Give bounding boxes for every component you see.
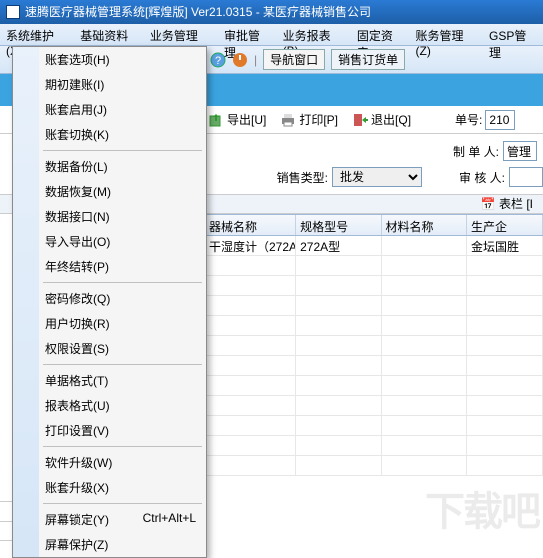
menu-business[interactable]: 业务管理(Y) (144, 24, 218, 45)
data-grid: 器械名称 规格型号 材料名称 生产企 干湿度计（272A型）[27: 272A型… (205, 214, 543, 476)
col-material[interactable]: 材料名称 (382, 215, 467, 235)
menu-screen-lock[interactable]: 屏幕锁定(Y)Ctrl+Alt+L (13, 507, 206, 532)
svg-text:?: ? (215, 55, 221, 67)
menu-import-export[interactable]: 导入导出(O) (13, 229, 206, 254)
col-spec[interactable]: 规格型号 (296, 215, 381, 235)
menu-separator (43, 150, 202, 151)
order-no-label: 单号: (455, 111, 482, 128)
menu-separator (43, 282, 202, 283)
table-row[interactable] (205, 376, 543, 396)
menu-reports[interactable]: 业务报表(B) (277, 24, 351, 45)
menu-data-restore[interactable]: 数据恢复(M) (13, 179, 206, 204)
menu-system[interactable]: 系统维护(X) (0, 24, 74, 45)
menu-data-backup[interactable]: 数据备份(L) (13, 154, 206, 179)
sales-type-select[interactable]: 批发 (332, 167, 422, 187)
menu-separator (43, 364, 202, 365)
calendar-icon: 📅 (481, 197, 496, 211)
export-icon (208, 112, 224, 128)
order-no-input[interactable] (485, 110, 515, 130)
menu-fixed-assets[interactable]: 固定资产 (351, 24, 410, 45)
maker-input[interactable] (503, 141, 537, 161)
menu-account-enable[interactable]: 账套启用(J) (13, 97, 206, 122)
menu-print-settings[interactable]: 打印设置(V) (13, 418, 206, 443)
menu-screen-saver[interactable]: 屏幕保护(Z) (13, 532, 206, 557)
table-row[interactable]: 干湿度计（272A型）[27: 272A型 金坛国胜 (205, 236, 543, 256)
menu-permissions[interactable]: 权限设置(S) (13, 336, 206, 361)
help-icon[interactable]: ? (210, 52, 226, 68)
sales-order-button[interactable]: 销售订货单 (331, 49, 405, 70)
print-button[interactable]: 打印[P] (280, 111, 338, 128)
menu-separator (43, 446, 202, 447)
checker-label: 审 核 人: (459, 169, 505, 186)
table-row[interactable] (205, 356, 543, 376)
menu-accounts[interactable]: 账务管理(Z) (410, 24, 484, 45)
app-icon (6, 5, 20, 19)
menu-user-switch[interactable]: 用户切换(R) (13, 311, 206, 336)
export-button[interactable]: 导出[U] (208, 111, 266, 128)
table-row[interactable] (205, 316, 543, 336)
menu-approval[interactable]: 审批管理 (218, 24, 277, 45)
titlebar: 速腾医疗器械管理系统[辉煌版] Ver21.0315 - 某医疗器械销售公司 (0, 0, 543, 24)
watermark: 下载吧 (425, 479, 539, 537)
menu-initial-setup[interactable]: 期初建账(I) (13, 72, 206, 97)
maker-label: 制 单 人: (453, 143, 499, 160)
menu-basic-data[interactable]: 基础资料(I) (74, 24, 144, 45)
table-row[interactable] (205, 336, 543, 356)
menu-data-interface[interactable]: 数据接口(N) (13, 204, 206, 229)
menu-account-switch[interactable]: 账套切换(K) (13, 122, 206, 147)
table-row[interactable] (205, 296, 543, 316)
menu-password-change[interactable]: 密码修改(Q) (13, 286, 206, 311)
table-row[interactable] (205, 416, 543, 436)
table-row[interactable] (205, 276, 543, 296)
menu-account-upgrade[interactable]: 账套升级(X) (13, 475, 206, 500)
menu-document-format[interactable]: 单据格式(T) (13, 368, 206, 393)
menu-software-upgrade[interactable]: 软件升级(W) (13, 450, 206, 475)
exit-icon (352, 112, 368, 128)
checker-input[interactable] (509, 167, 543, 187)
sales-type-label: 销售类型: (208, 169, 328, 186)
menu-report-format[interactable]: 报表格式(U) (13, 393, 206, 418)
menu-year-end[interactable]: 年终结转(P) (13, 254, 206, 279)
power-icon[interactable] (232, 52, 248, 68)
menu-separator (43, 503, 202, 504)
print-icon (280, 112, 296, 128)
table-row[interactable] (205, 396, 543, 416)
col-manufacturer[interactable]: 生产企 (467, 215, 543, 235)
exit-button[interactable]: 退出[Q] (352, 111, 411, 128)
menu-account-options[interactable]: 账套选项(H) (13, 47, 206, 72)
table-row[interactable] (205, 436, 543, 456)
system-menu-dropdown: 账套选项(H) 期初建账(I) 账套启用(J) 账套切换(K) 数据备份(L) … (12, 46, 207, 558)
menubar: 系统维护(X) 基础资料(I) 业务管理(Y) 审批管理 业务报表(B) 固定资… (0, 24, 543, 46)
table-row[interactable] (205, 456, 543, 476)
table-row[interactable] (205, 256, 543, 276)
menu-gsp[interactable]: GSP管理 (483, 24, 543, 45)
grid-header: 器械名称 规格型号 材料名称 生产企 (205, 214, 543, 236)
col-device-name[interactable]: 器械名称 (205, 215, 296, 235)
nav-window-button[interactable]: 导航窗口 (263, 49, 325, 70)
titlebar-text: 速腾医疗器械管理系统[辉煌版] Ver21.0315 - 某医疗器械销售公司 (25, 0, 371, 24)
